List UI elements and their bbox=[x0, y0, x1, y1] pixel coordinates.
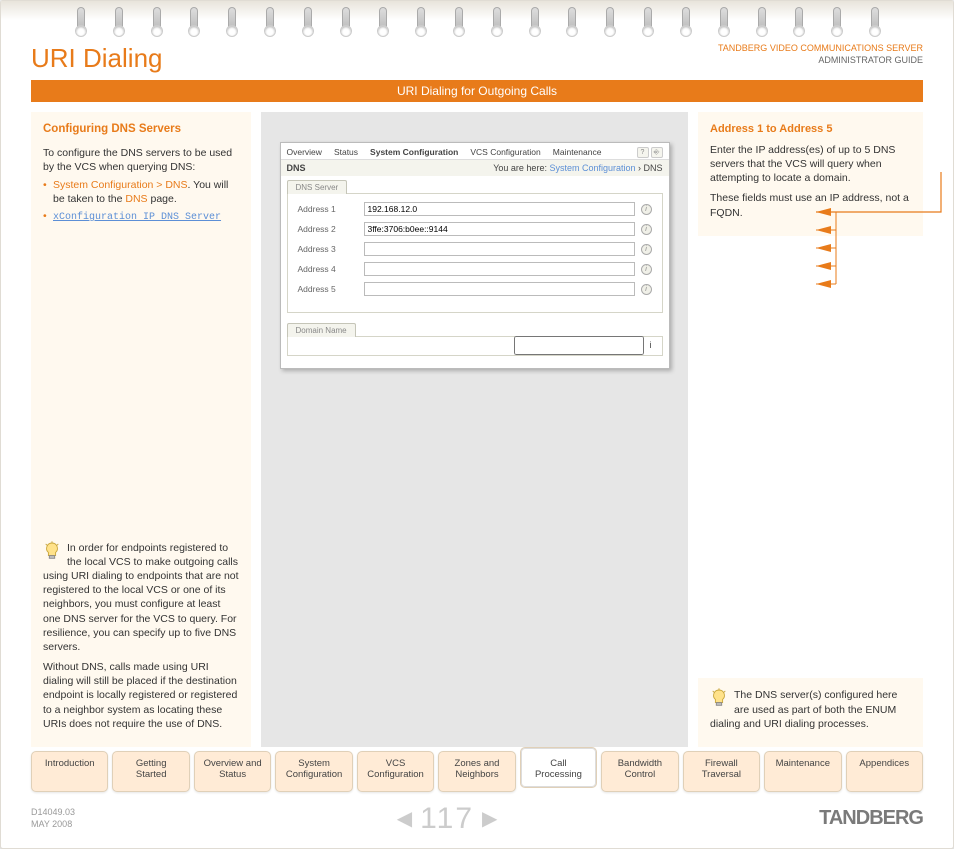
nav-tab-call-processing[interactable]: CallProcessing bbox=[520, 747, 597, 788]
breadcrumb: You are here: System Configuration › DNS bbox=[493, 163, 662, 173]
input-address2[interactable] bbox=[364, 222, 635, 236]
tab-maintenance[interactable]: Maintenance bbox=[553, 147, 602, 157]
label-address3: Address 3 bbox=[298, 244, 358, 254]
section-bar: URI Dialing for Outgoing Calls bbox=[31, 80, 923, 102]
nav-tab-vcs-configuration[interactable]: VCSConfiguration bbox=[357, 751, 434, 792]
page-title: URI Dialing bbox=[31, 43, 163, 74]
bottom-nav: IntroductionGettingStartedOverview andSt… bbox=[1, 745, 953, 792]
dns-screenshot: ? ⎆ Overview Status System Configuration… bbox=[280, 142, 670, 369]
screenshot-area: ? ⎆ Overview Status System Configuration… bbox=[261, 112, 688, 747]
nav-tab-overview-and-status[interactable]: Overview andStatus bbox=[194, 751, 271, 792]
bullet-gui-path: System Configuration > DNS. You will be … bbox=[43, 178, 239, 206]
bullet-cli-cmd[interactable]: xConfiguration IP DNS Server bbox=[43, 209, 239, 225]
left-heading: Configuring DNS Servers bbox=[43, 122, 239, 138]
input-address3[interactable] bbox=[364, 242, 635, 256]
lightbulb-icon bbox=[710, 688, 728, 710]
tab-system-config[interactable]: System Configuration bbox=[370, 147, 458, 157]
tab-overview[interactable]: Overview bbox=[287, 147, 322, 157]
left-note: In order for endpoints registered to the… bbox=[43, 535, 239, 731]
right-block-bottom: The DNS server(s) configured here are us… bbox=[698, 678, 923, 747]
group-dns-server: DNS Server bbox=[287, 180, 348, 194]
next-page-arrow[interactable]: ▶ bbox=[482, 806, 497, 831]
sub-heading: DNS bbox=[287, 163, 306, 173]
spiral-binding bbox=[1, 1, 953, 33]
left-column: Configuring DNS Servers To configure the… bbox=[31, 112, 251, 747]
input-domain[interactable] bbox=[514, 336, 644, 355]
prev-page-arrow[interactable]: ◀ bbox=[397, 806, 412, 831]
right-block-top: Address 1 to Address 5 Enter the IP addr… bbox=[698, 112, 923, 236]
label-address1: Address 1 bbox=[298, 204, 358, 214]
right-heading: Address 1 to Address 5 bbox=[710, 122, 911, 137]
lightbulb-icon bbox=[43, 541, 61, 563]
nav-tab-appendices[interactable]: Appendices bbox=[846, 751, 923, 792]
logout-icon[interactable]: ⎆ bbox=[651, 147, 663, 158]
info-icon[interactable]: i bbox=[641, 244, 652, 255]
input-address1[interactable] bbox=[364, 202, 635, 216]
left-intro: To configure the DNS servers to be used … bbox=[43, 146, 239, 174]
doc-id: D14049.03 MAY 2008 bbox=[31, 807, 75, 830]
nav-tab-getting-started[interactable]: GettingStarted bbox=[112, 751, 189, 792]
tab-status[interactable]: Status bbox=[334, 147, 358, 157]
help-icon[interactable]: ? bbox=[637, 147, 649, 158]
input-address4[interactable] bbox=[364, 262, 635, 276]
info-icon[interactable]: i bbox=[641, 204, 652, 215]
brand-header: TANDBERG VIDEO COMMUNICATIONS SERVER ADM… bbox=[718, 43, 923, 66]
info-icon[interactable]: i bbox=[650, 340, 652, 350]
label-address2: Address 2 bbox=[298, 224, 358, 234]
label-address4: Address 4 bbox=[298, 264, 358, 274]
input-address5[interactable] bbox=[364, 282, 635, 296]
nav-tab-introduction[interactable]: Introduction bbox=[31, 751, 108, 792]
group-domain-name: Domain Name bbox=[287, 323, 356, 337]
tab-vcs-config[interactable]: VCS Configuration bbox=[470, 147, 540, 157]
nav-tab-zones-and-neighbors[interactable]: Zones andNeighbors bbox=[438, 751, 515, 792]
pager: ◀ 117 ▶ bbox=[397, 802, 498, 836]
info-icon[interactable]: i bbox=[641, 284, 652, 295]
brand-footer: TANDBERG bbox=[819, 807, 923, 830]
info-icon[interactable]: i bbox=[641, 264, 652, 275]
nav-tab-system-configuration[interactable]: SystemConfiguration bbox=[275, 751, 352, 792]
nav-tab-maintenance[interactable]: Maintenance bbox=[764, 751, 841, 792]
nav-tab-bandwidth-control[interactable]: BandwidthControl bbox=[601, 751, 678, 792]
nav-tab-firewall-traversal[interactable]: FirewallTraversal bbox=[683, 751, 760, 792]
page-number: 117 bbox=[420, 802, 474, 836]
info-icon[interactable]: i bbox=[641, 224, 652, 235]
label-address5: Address 5 bbox=[298, 284, 358, 294]
